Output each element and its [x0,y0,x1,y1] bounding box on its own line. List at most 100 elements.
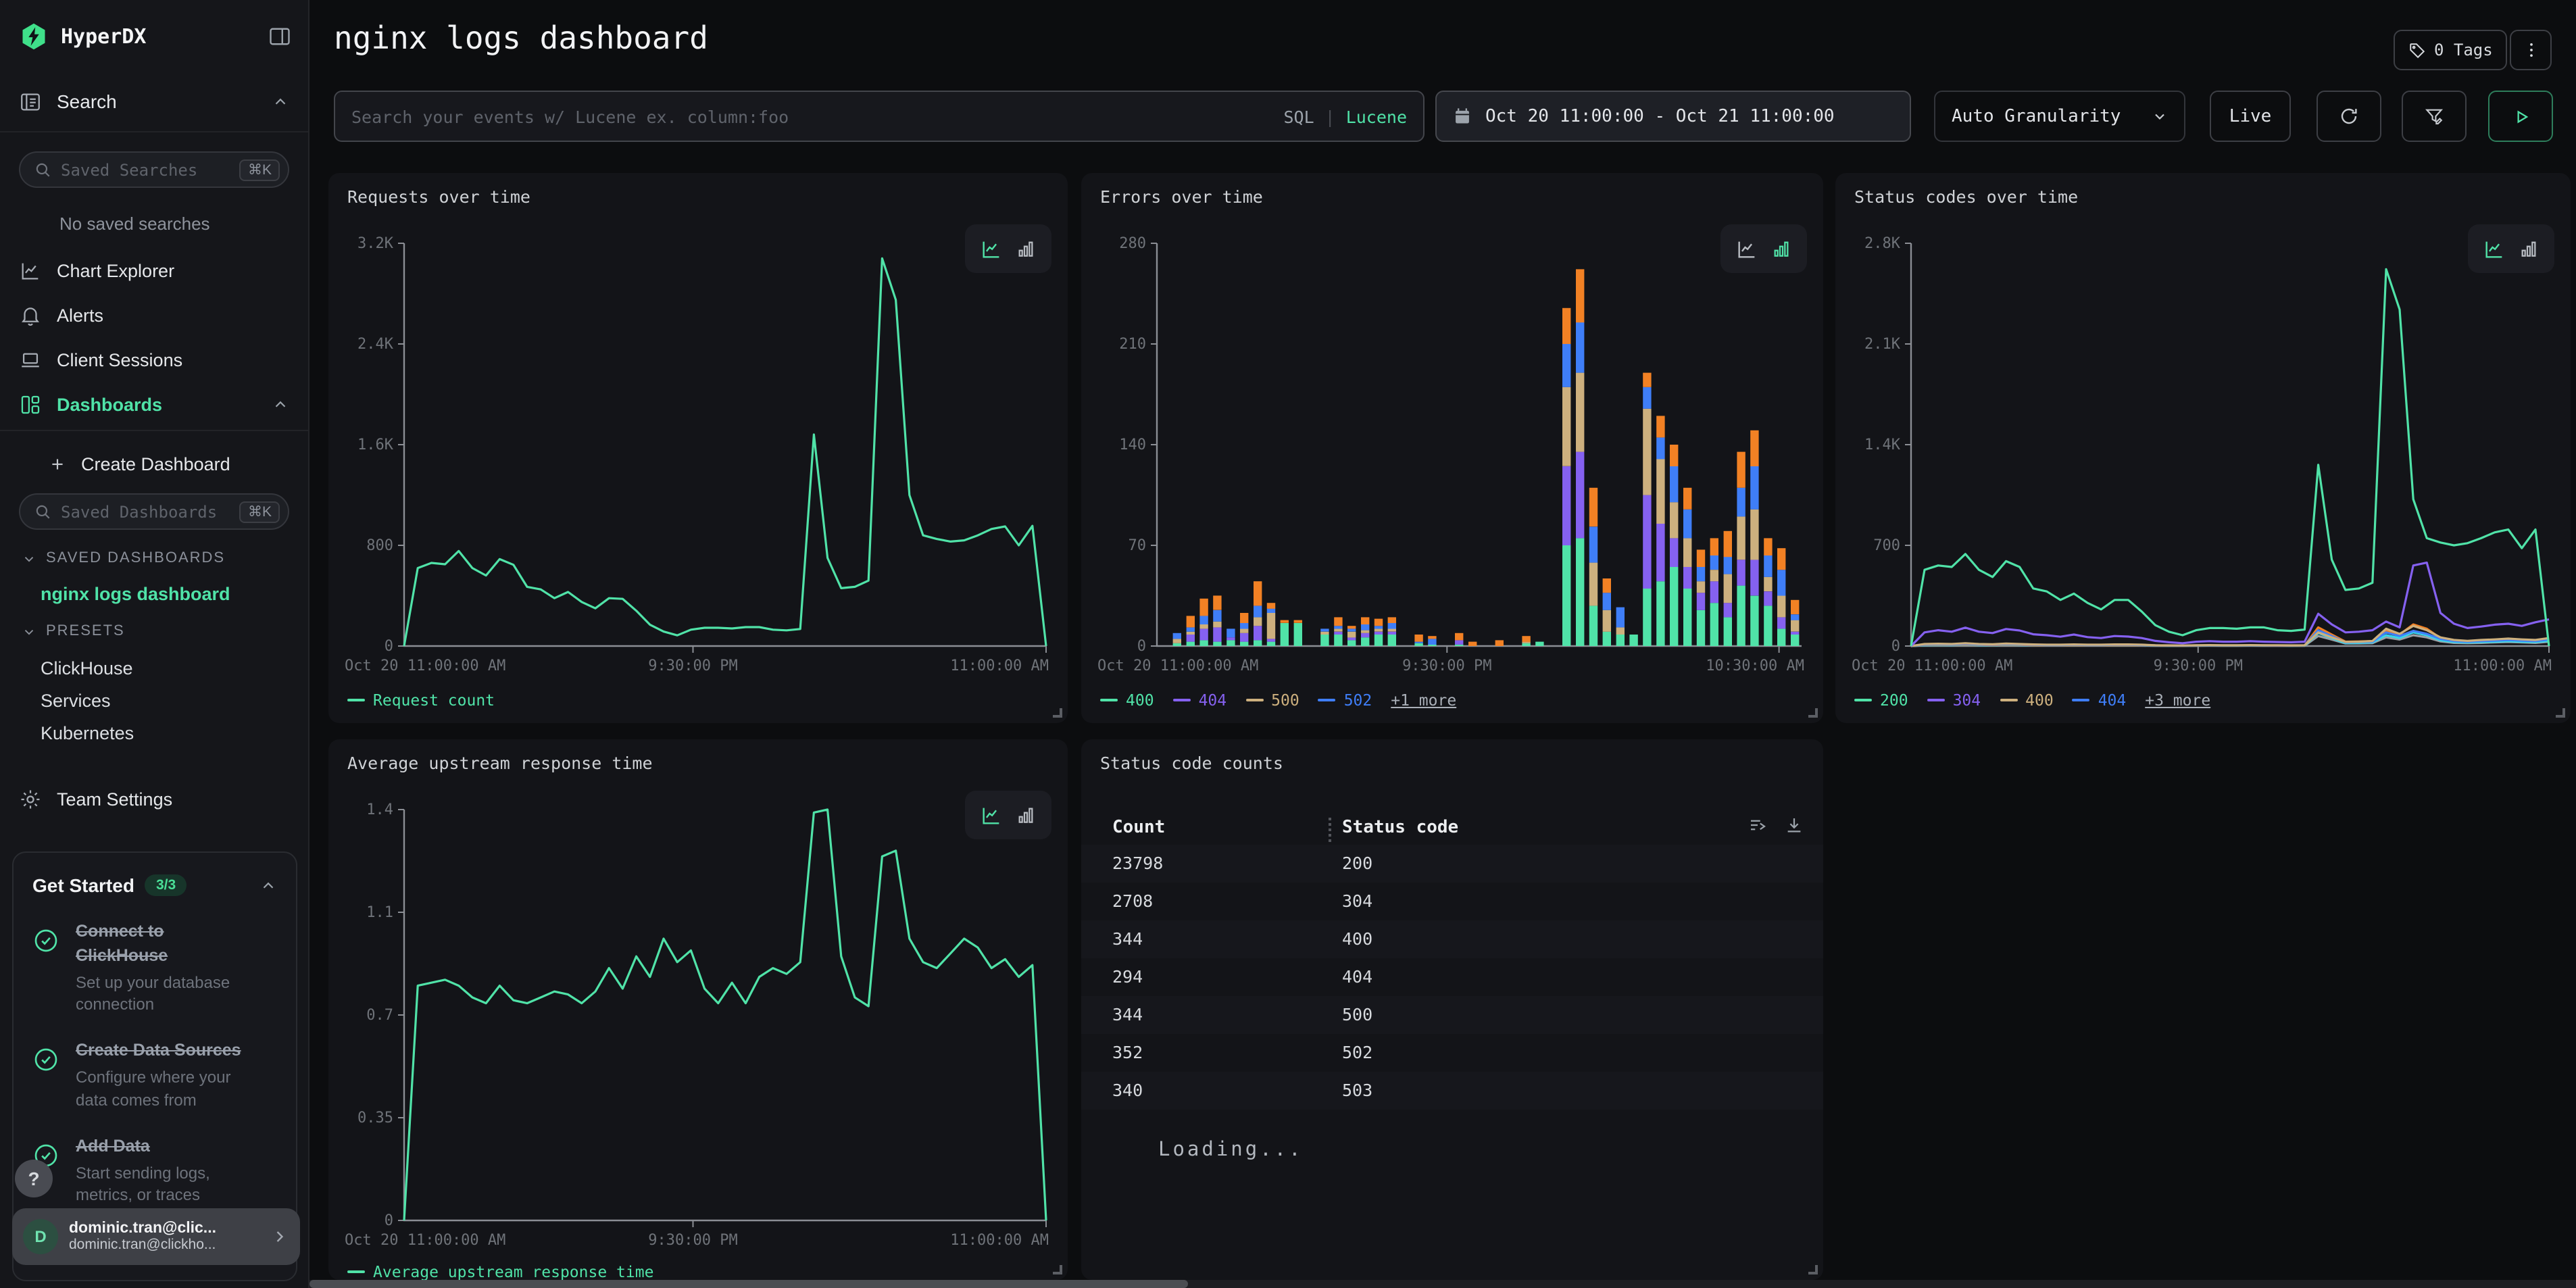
lucene-toggle[interactable]: Lucene [1346,106,1407,126]
filter-button[interactable] [2402,91,2467,142]
bar-chart-icon[interactable] [1770,238,1792,259]
get-started-step-add-data[interactable]: Add Data Start sending logs, metrics, or… [32,1134,277,1206]
chart-legend: Average upstream response time [347,1262,653,1281]
chevron-down-icon [22,624,36,639]
sql-toggle[interactable]: SQL [1283,106,1314,126]
legend-label: 400 [1126,691,1154,710]
sidebar-item-team-settings[interactable]: Team Settings [0,778,308,819]
get-started-step-connect[interactable]: Connect to ClickHouse Set up your databa… [32,919,277,1016]
sidebar-item-client-sessions[interactable]: Client Sessions [0,339,308,380]
sidebar-item-search[interactable]: Search [0,77,308,126]
legend-dash [1173,699,1191,701]
sidebar-item-clickhouse[interactable]: ClickHouse [0,650,308,685]
sidebar-item-services[interactable]: Services [0,683,308,718]
column-header-status-code[interactable]: Status code [1342,818,1458,838]
sidebar-item-nginx-dashboard[interactable]: nginx logs dashboard [0,576,308,611]
svg-text:0: 0 [385,638,393,655]
svg-text:140: 140 [1119,437,1146,453]
column-header-count[interactable]: Count [1112,818,1165,838]
bar-chart-icon[interactable] [1015,804,1037,826]
saved-searches-input[interactable] [61,160,230,179]
tags-label: 0 Tags [2434,41,2493,59]
kubernetes-label: Kubernetes [41,722,134,743]
sidebar-item-alerts[interactable]: Alerts [0,295,308,335]
saved-searches-search[interactable]: ⌘K [19,151,289,188]
svg-text:800: 800 [366,537,393,554]
svg-text:9:30:00 PM: 9:30:00 PM [648,1232,737,1249]
user-account-chip[interactable]: D dominic.tran@clic... dominic.tran@clic… [12,1208,300,1265]
legend-dash [347,699,365,701]
run-query-button[interactable] [2488,91,2553,142]
svg-text:10:30:00 AM: 10:30:00 AM [1706,658,1804,674]
chart-legend: 400404500502+1 more [1100,691,1456,710]
line-chart-icon[interactable] [980,803,1003,826]
svg-text:Oct 20 11:00:00 AM: Oct 20 11:00:00 AM [1097,658,1258,674]
panel-resize-handle[interactable] [1053,708,1062,718]
svg-text:700: 700 [1873,537,1900,554]
sidebar-collapse-icon[interactable] [268,24,292,49]
table-row: 23798 200 [1081,845,1823,883]
more-menu-button[interactable] [2510,30,2552,70]
table-row: 340 503 [1081,1072,1823,1110]
divider [0,430,308,431]
saved-dashboards-input[interactable] [61,502,230,521]
bar-chart-icon[interactable] [2518,238,2540,259]
open-in-search-icon[interactable] [1748,815,1768,835]
granularity-select[interactable]: Auto Granularity [1934,91,2185,142]
cell-count: 23798 [1112,845,1163,883]
line-chart-icon[interactable] [980,237,1003,260]
laptop-icon [19,348,42,371]
loading-text: Loading... [1158,1139,1304,1161]
cell-status-code: 200 [1342,845,1372,883]
upstream-response-chart[interactable]: 1.41.10.70.350Oct 20 11:00:00 AM9:30:00 … [342,799,1051,1266]
refresh-button[interactable] [2317,91,2381,142]
get-started-title: Get Started [32,874,134,896]
svg-text:1.1: 1.1 [366,904,393,921]
saved-dashboards-search[interactable]: ⌘K [19,493,289,530]
chart-type-toggle [2468,224,2554,273]
legend-dash [1927,699,1945,701]
panel-resize-handle[interactable] [1053,1265,1062,1274]
svg-text:70: 70 [1129,537,1147,554]
panel-errors-over-time: Errors over time 280210140700Oct 20 11:0… [1081,173,1823,723]
presets-section[interactable]: PRESETS [0,619,308,643]
panel-title: Status code counts [1100,753,1283,773]
event-search-input[interactable] [351,106,1270,126]
line-chart-icon[interactable] [1735,237,1758,260]
line-chart-icon[interactable] [2483,237,2506,260]
panel-resize-handle[interactable] [1808,708,1818,718]
panel-resize-handle[interactable] [1808,1265,1818,1274]
errors-chart[interactable]: 280210140700Oct 20 11:00:00 AM9:30:00 PM… [1095,232,1807,692]
get-started-step-sources[interactable]: Create Data Sources Configure where your… [32,1039,277,1111]
tag-icon [2408,41,2426,59]
scrollbar-thumb[interactable] [309,1280,1188,1288]
create-dashboard-button[interactable]: Create Dashboard [0,446,308,481]
table-row: 344 500 [1081,996,1823,1034]
live-button[interactable]: Live [2210,91,2291,142]
help-button[interactable]: ? [15,1160,53,1197]
legend-entry: 400 [1100,691,1154,710]
status-codes-chart[interactable]: 2.8K2.1K1.4K7000Oct 20 11:00:00 AM9:30:0… [1849,232,2554,692]
chart-type-toggle [965,224,1051,273]
sidebar-item-kubernetes[interactable]: Kubernetes [0,715,308,750]
sidebar-item-chart-explorer[interactable]: Chart Explorer [0,250,308,291]
requests-chart[interactable]: 3.2K2.4K1.6K8000Oct 20 11:00:00 AM9:30:0… [342,232,1051,692]
toggle-divider: | [1325,106,1335,126]
check-circle-icon [32,1047,59,1074]
svg-text:2.8K: 2.8K [1864,235,1901,252]
sidebar-item-dashboards[interactable]: Dashboards [0,384,308,424]
horizontal-scrollbar[interactable] [309,1280,2576,1288]
panel-resize-handle[interactable] [2556,708,2565,718]
tags-button[interactable]: 0 Tags [2394,30,2508,70]
panel-title: Status codes over time [1854,187,2078,207]
legend-entry: Request count [347,691,495,710]
svg-text:Oct 20 11:00:00 AM: Oct 20 11:00:00 AM [345,1232,505,1249]
date-range-picker[interactable]: Oct 20 11:00:00 - Oct 21 11:00:00 [1435,91,1911,142]
legend-entry: +1 more [1391,691,1456,710]
bar-chart-icon[interactable] [1015,238,1037,259]
presets-section-label: PRESETS [46,623,125,639]
download-icon[interactable] [1784,815,1804,835]
column-resize-handle[interactable] [1329,818,1331,842]
saved-dashboards-section[interactable]: SAVED DASHBOARDS [0,546,308,570]
get-started-header[interactable]: Get Started 3/3 [32,874,277,896]
